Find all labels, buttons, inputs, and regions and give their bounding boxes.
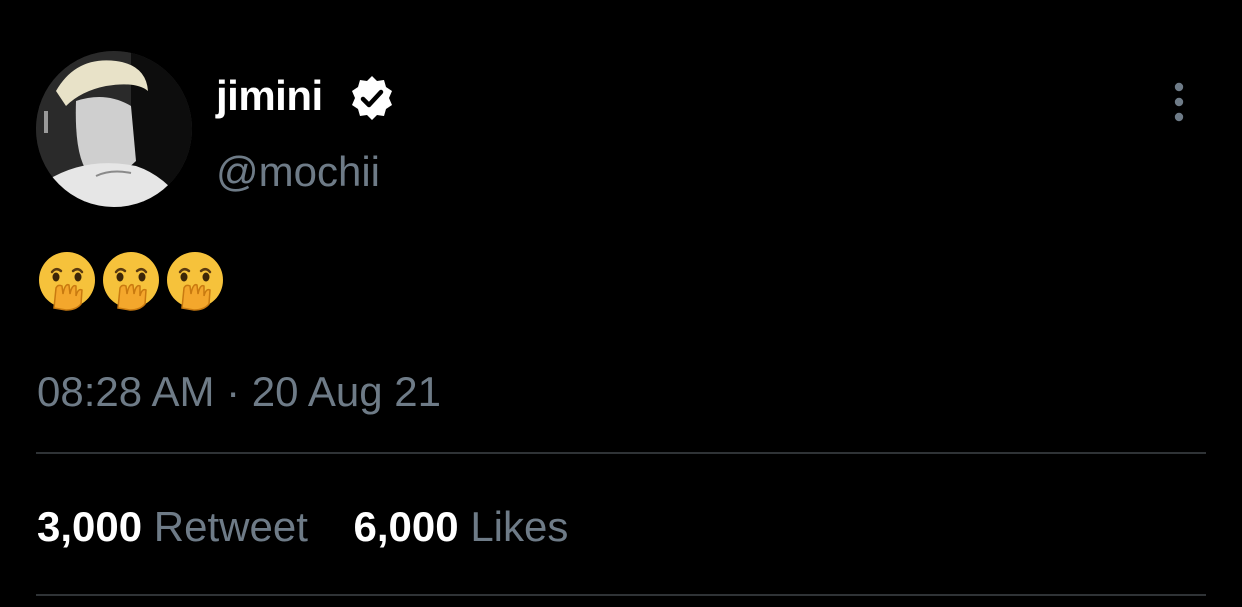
face-with-hand-over-mouth-icon: [167, 252, 223, 311]
tweet-stats: 3,000 Retweet 6,000 Likes: [37, 500, 568, 554]
verified-badge-icon: [352, 76, 392, 120]
user-handle[interactable]: @mochii: [216, 146, 380, 198]
divider: [36, 594, 1206, 596]
face-with-hand-over-mouth-icon: [103, 252, 159, 311]
more-vertical-icon[interactable]: [1166, 80, 1192, 126]
retweets-stat[interactable]: 3,000 Retweet: [37, 500, 308, 554]
likes-stat[interactable]: 6,000 Likes: [354, 500, 569, 554]
display-name[interactable]: jimini: [216, 68, 323, 124]
divider: [36, 452, 1206, 454]
likes-count: 6,000: [353, 503, 459, 550]
tweet-timestamp[interactable]: 08:28 AM · 20 Aug 21: [37, 366, 441, 418]
retweets-count: 3,000: [37, 503, 143, 550]
avatar[interactable]: [36, 51, 192, 207]
face-with-hand-over-mouth-icon: [39, 252, 95, 311]
avatar-photo: [36, 51, 192, 207]
likes-label: Likes: [470, 503, 569, 550]
tweet-text: [36, 250, 226, 312]
retweets-label: Retweet: [153, 503, 308, 550]
